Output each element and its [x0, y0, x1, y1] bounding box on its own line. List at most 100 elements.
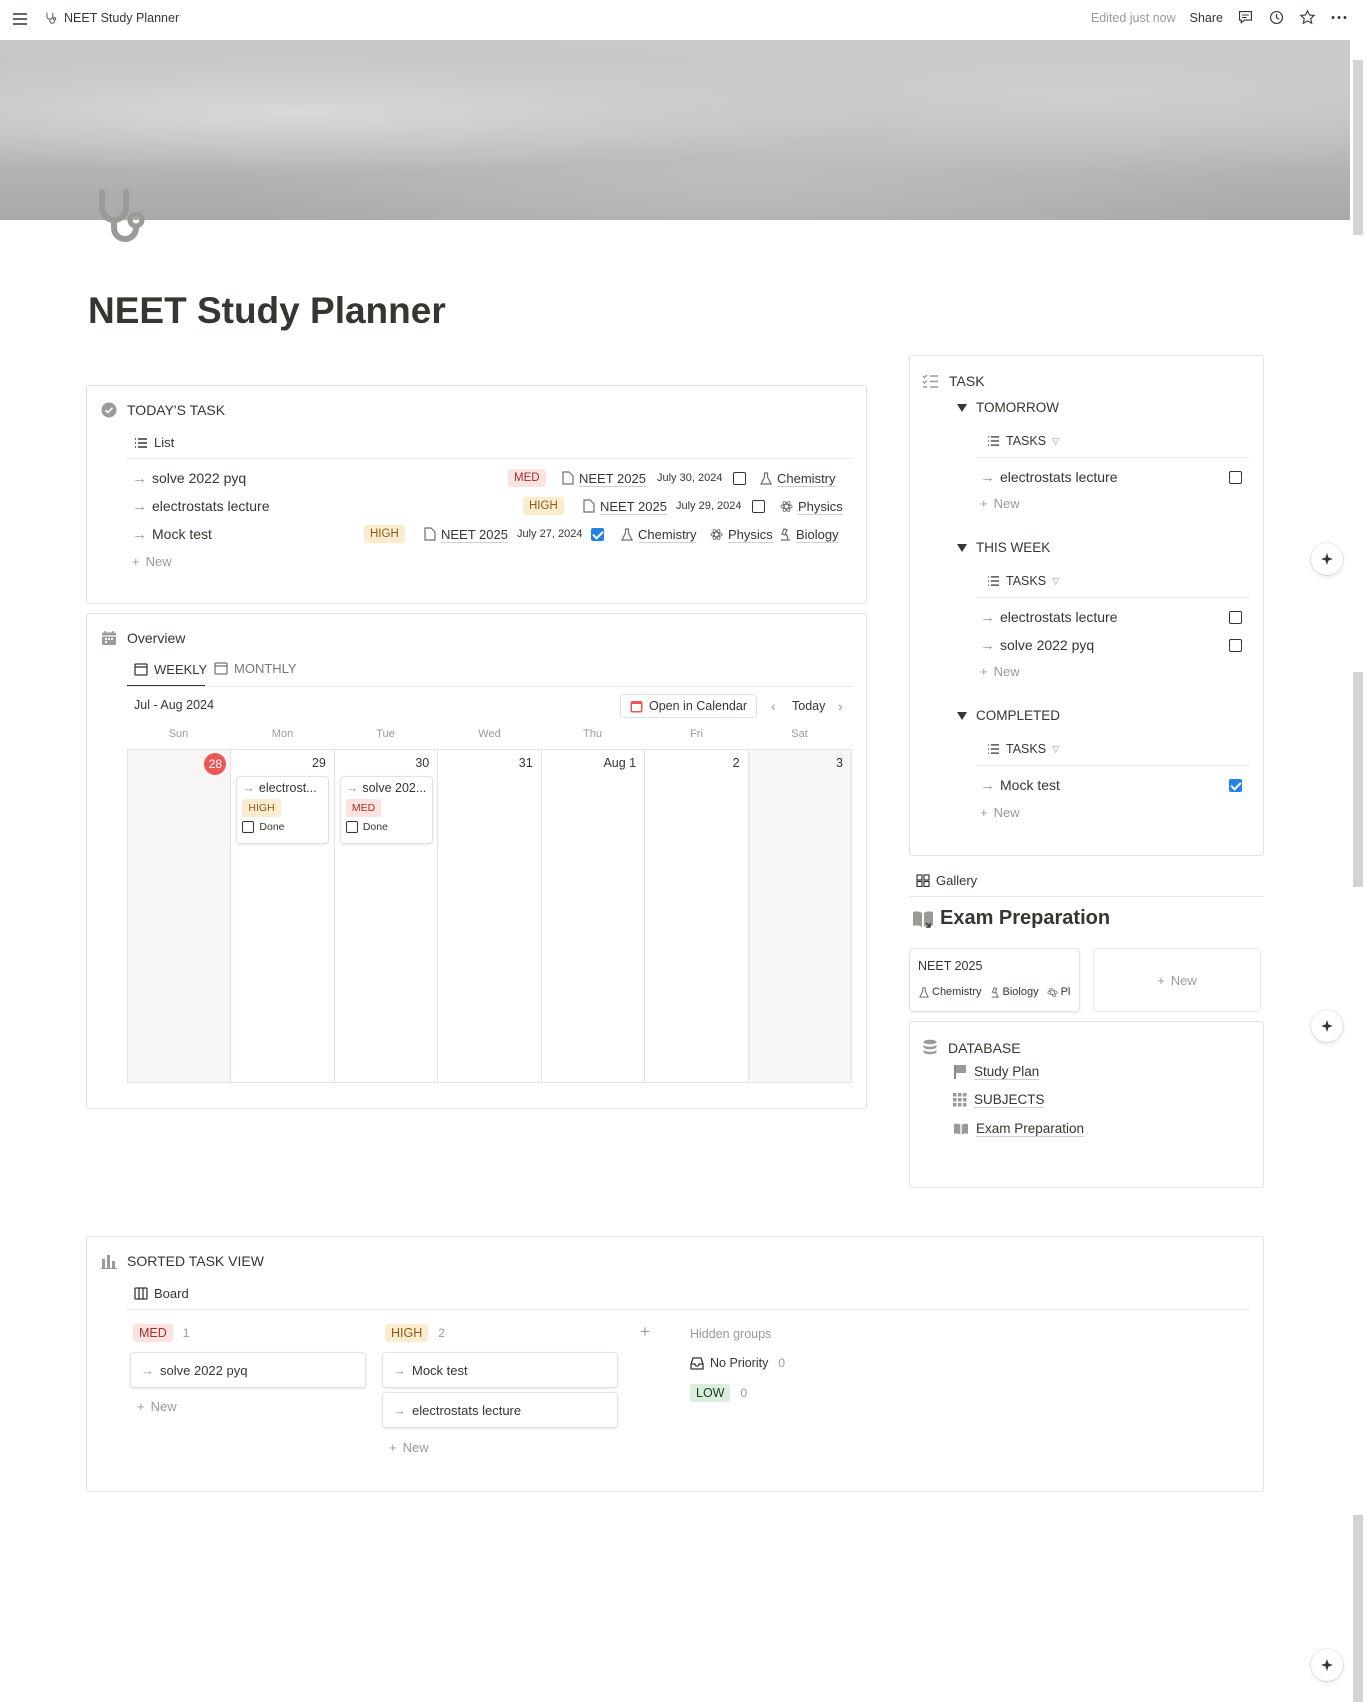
board-card[interactable]: → Mock test — [382, 1352, 618, 1388]
gallery-card[interactable]: NEET 2025 Chemistry Biology Pl — [909, 948, 1080, 1012]
done-checkbox[interactable] — [1229, 638, 1242, 652]
calendar-event-card[interactable]: → electrost... HIGH Done — [236, 776, 330, 844]
list-row[interactable]: → electrostats lecture HIGH NEET 2025 Ju… — [132, 492, 852, 520]
add-group-plus-icon[interactable]: + — [640, 1322, 650, 1342]
exam-link[interactable]: NEET 2025 — [562, 471, 646, 486]
today-button[interactable]: Today — [792, 699, 825, 713]
group-toggle-tomorrow[interactable]: TOMORROW — [957, 400, 1059, 415]
tasks-view-tab[interactable]: TASKS ▽ — [987, 434, 1059, 448]
done-checkbox[interactable] — [242, 821, 255, 833]
view-tab-board[interactable]: Board — [134, 1286, 189, 1301]
subject-link[interactable]: Physics — [780, 499, 843, 514]
subject-link[interactable]: Biology — [779, 527, 839, 542]
list-row[interactable]: → Mock test HIGH NEET 2025 July 27, 2024… — [132, 520, 852, 548]
new-row-button[interactable]: + New — [980, 496, 1020, 511]
list-row[interactable]: → solve 2022 pyq MED NEET 2025 July 30, … — [132, 464, 852, 492]
task-item[interactable]: → solve 2022 pyq — [980, 631, 1242, 659]
new-row-button[interactable]: + New — [980, 664, 1020, 679]
checklist-icon — [922, 374, 938, 388]
calendar-day[interactable]: Aug 1 — [542, 750, 646, 1082]
board-column-header[interactable]: MED 1 — [133, 1324, 189, 1342]
row-title: solve 2022 pyq — [152, 470, 247, 486]
gallery-new-card-button[interactable]: + New — [1093, 948, 1261, 1012]
chevron-right-icon[interactable]: › — [838, 698, 843, 714]
share-button[interactable]: Share — [1190, 11, 1223, 25]
arrow-icon: → — [132, 525, 147, 543]
subject-link[interactable]: Chemistry — [760, 471, 836, 486]
cover-image[interactable] — [0, 40, 1350, 220]
tab-weekly[interactable]: WEEKLY — [134, 662, 207, 677]
ai-sparkle-icon[interactable] — [1311, 1649, 1343, 1681]
plus-icon: + — [132, 554, 140, 569]
group-toggle-completed[interactable]: COMPLETED — [957, 708, 1060, 723]
new-card-button[interactable]: + New — [389, 1440, 429, 1455]
done-checkbox[interactable] — [752, 499, 765, 513]
chevron-left-icon[interactable]: ‹ — [771, 698, 776, 714]
today-marker: 28 — [204, 753, 227, 775]
scrollbar[interactable] — [1350, 40, 1366, 1702]
hidden-group-no-priority[interactable]: No Priority 0 — [690, 1356, 785, 1370]
exam-link[interactable]: NEET 2025 — [583, 499, 667, 514]
board-card[interactable]: → electrostats lecture — [382, 1392, 618, 1428]
gallery-title[interactable]: Exam Preparation — [912, 907, 1110, 930]
star-icon[interactable] — [1299, 9, 1316, 26]
calendar-event-card[interactable]: → solve 202... MED Done — [339, 776, 433, 844]
comment-icon[interactable] — [1237, 9, 1254, 26]
sorted-task-title: SORTED TASK VIEW — [127, 1253, 264, 1269]
subject-link[interactable]: Chemistry — [621, 527, 697, 542]
database-link-subjects[interactable]: SUBJECTS — [953, 1092, 1045, 1107]
new-card-button[interactable]: + New — [137, 1399, 177, 1414]
done-checkbox[interactable] — [733, 471, 746, 485]
column-count: 1 — [182, 1326, 190, 1340]
day-number: 2 — [732, 756, 740, 770]
calendar-day[interactable]: 3 — [748, 750, 851, 1082]
arrow-icon: → — [141, 1362, 154, 1378]
done-checkbox[interactable] — [591, 527, 604, 541]
hidden-groups-label: Hidden groups — [690, 1327, 772, 1341]
calendar-day[interactable]: 31 — [438, 750, 542, 1082]
subject-link[interactable]: Physics — [710, 527, 773, 542]
task-item[interactable]: → Mock test — [980, 771, 1242, 799]
done-checkbox[interactable] — [1229, 470, 1242, 484]
breadcrumb[interactable]: NEET Study Planner — [44, 11, 179, 25]
view-tab-list[interactable]: List — [134, 435, 174, 450]
stethoscope-icon[interactable] — [92, 184, 156, 248]
stethoscope-icon — [46, 12, 57, 24]
calendar-day[interactable]: 30 → solve 202... MED Done — [335, 750, 439, 1082]
more-icon[interactable] — [1330, 9, 1348, 26]
chevron-down-icon: ▽ — [1052, 743, 1059, 754]
tab-monthly[interactable]: MONTHLY — [214, 661, 297, 676]
board-column-header[interactable]: HIGH 2 — [385, 1324, 445, 1342]
exam-link[interactable]: NEET 2025 — [424, 527, 508, 542]
done-checkbox[interactable] — [345, 821, 358, 833]
tasks-view-tab[interactable]: TASKS ▽ — [987, 742, 1059, 756]
book-icon — [954, 1123, 968, 1135]
new-row-button[interactable]: + New — [980, 805, 1020, 820]
calendar-day[interactable]: 28 — [128, 750, 232, 1082]
view-tab-gallery[interactable]: Gallery — [916, 873, 977, 888]
calendar-day[interactable]: 29 → electrost... HIGH Done — [231, 750, 335, 1082]
hidden-group-low[interactable]: LOW 0 — [690, 1384, 747, 1402]
open-in-calendar-button[interactable]: Open in Calendar — [620, 694, 757, 718]
sidebar-menu-icon[interactable] — [12, 11, 28, 27]
task-item[interactable]: → electrostats lecture — [980, 463, 1242, 491]
arrow-icon: → — [132, 469, 147, 487]
microscope-icon — [781, 527, 790, 541]
board-card[interactable]: → solve 2022 pyq — [130, 1352, 366, 1388]
task-panel-title: TASK — [949, 373, 985, 389]
ai-sparkle-icon[interactable] — [1311, 1010, 1343, 1042]
flask-icon — [919, 986, 929, 998]
new-row-button[interactable]: + New — [132, 554, 172, 569]
done-checkbox[interactable] — [1229, 778, 1242, 792]
arrow-icon: → — [242, 781, 255, 795]
row-title: electrostats lecture — [152, 498, 270, 514]
history-icon[interactable] — [1268, 9, 1285, 26]
task-item[interactable]: → electrostats lecture — [980, 603, 1242, 631]
database-link-exam-preparation[interactable]: Exam Preparation — [953, 1121, 1084, 1136]
ai-sparkle-icon[interactable] — [1311, 543, 1343, 575]
done-checkbox[interactable] — [1229, 610, 1242, 624]
group-toggle-this-week[interactable]: THIS WEEK — [957, 540, 1050, 555]
calendar-day[interactable]: 2 — [645, 750, 749, 1082]
tasks-view-tab[interactable]: TASKS ▽ — [987, 574, 1059, 588]
database-link-study-plan[interactable]: Study Plan — [953, 1064, 1039, 1079]
